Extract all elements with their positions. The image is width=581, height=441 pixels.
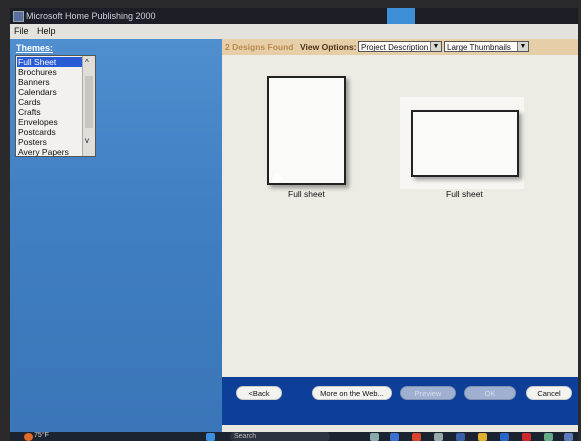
themes-label: Themes: xyxy=(16,43,54,53)
weather-temperature: 75°F xyxy=(34,432,49,439)
start-icon[interactable] xyxy=(206,433,215,441)
window-title: Microsoft Home Publishing 2000 xyxy=(26,11,156,21)
theme-item-brochures[interactable]: Brochures xyxy=(17,67,82,77)
taskbar-search[interactable]: Search xyxy=(230,432,330,441)
design-thumbnail-portrait[interactable] xyxy=(267,76,346,185)
app-icon[interactable] xyxy=(544,433,553,441)
menu-file[interactable]: File xyxy=(14,24,29,39)
preview-button[interactable]: Preview xyxy=(400,386,456,400)
size-select-value: Large Thumbnails xyxy=(447,43,511,52)
theme-item-banners[interactable]: Banners xyxy=(17,77,82,87)
designs-found-label: 2 Designs Found xyxy=(225,42,294,52)
menu-help[interactable]: Help xyxy=(37,24,56,39)
cancel-button[interactable]: Cancel xyxy=(526,386,572,400)
theme-item-posters[interactable]: Posters xyxy=(17,137,82,147)
app-icon[interactable] xyxy=(456,433,465,441)
sort-select-value: Project Description xyxy=(361,43,429,52)
themes-panel: Themes: Full Sheet Brochures Banners Cal… xyxy=(10,39,222,432)
title-accent-block xyxy=(387,8,415,24)
scrollbar-thumb[interactable] xyxy=(85,76,93,128)
theme-item-crafts[interactable]: Crafts xyxy=(17,107,82,117)
wizard-button-bar: <Back More on the Web... Preview OK Canc… xyxy=(222,377,578,425)
chevron-down-icon[interactable]: v xyxy=(85,136,89,145)
size-select[interactable]: Large Thumbnails ▼ xyxy=(444,41,529,52)
settings-icon[interactable] xyxy=(434,433,443,441)
theme-item-avery-papers[interactable]: Avery Papers xyxy=(17,147,82,157)
task-view-icon[interactable] xyxy=(370,433,379,441)
app-screen: Microsoft Home Publishing 2000 File Help… xyxy=(10,8,578,432)
app-icon xyxy=(13,11,24,22)
theme-item-envelopes[interactable]: Envelopes xyxy=(17,117,82,127)
chevron-up-icon[interactable]: ^ xyxy=(85,58,89,67)
pdf-icon[interactable] xyxy=(522,433,531,441)
theme-item-postcards[interactable]: Postcards xyxy=(17,127,82,137)
chevron-down-icon[interactable]: ▼ xyxy=(430,42,441,51)
weather-icon xyxy=(24,433,33,441)
chevron-down-icon[interactable]: ▼ xyxy=(517,42,528,51)
folder-icon[interactable] xyxy=(478,433,487,441)
design-thumbnail-landscape[interactable] xyxy=(411,110,519,177)
view-options-label: View Options: xyxy=(300,42,357,52)
sort-select[interactable]: Project Description ▼ xyxy=(358,41,442,52)
design-caption: Full sheet xyxy=(288,189,325,199)
themes-listbox[interactable]: Full Sheet Brochures Banners Calendars C… xyxy=(15,55,96,157)
app-icon[interactable] xyxy=(500,433,509,441)
ok-button[interactable]: OK xyxy=(464,386,516,400)
design-caption: Full sheet xyxy=(446,189,483,199)
app-icon[interactable] xyxy=(564,433,573,441)
chrome-icon[interactable] xyxy=(412,433,421,441)
view-toolbar: 2 Designs Found View Options: Project De… xyxy=(222,39,578,55)
more-on-web-button[interactable]: More on the Web... xyxy=(312,386,392,400)
windows-taskbar: 75°F Search xyxy=(10,432,578,441)
themes-scrollbar[interactable]: ^ v xyxy=(82,56,95,156)
app-icon[interactable] xyxy=(390,433,399,441)
theme-item-calendars[interactable]: Calendars xyxy=(17,87,82,97)
menu-bar: File Help xyxy=(10,24,578,39)
title-bar: Microsoft Home Publishing 2000 xyxy=(10,8,578,24)
theme-item-full-sheet[interactable]: Full Sheet xyxy=(17,57,82,67)
back-button[interactable]: <Back xyxy=(236,386,282,400)
theme-item-cards[interactable]: Cards xyxy=(17,97,82,107)
